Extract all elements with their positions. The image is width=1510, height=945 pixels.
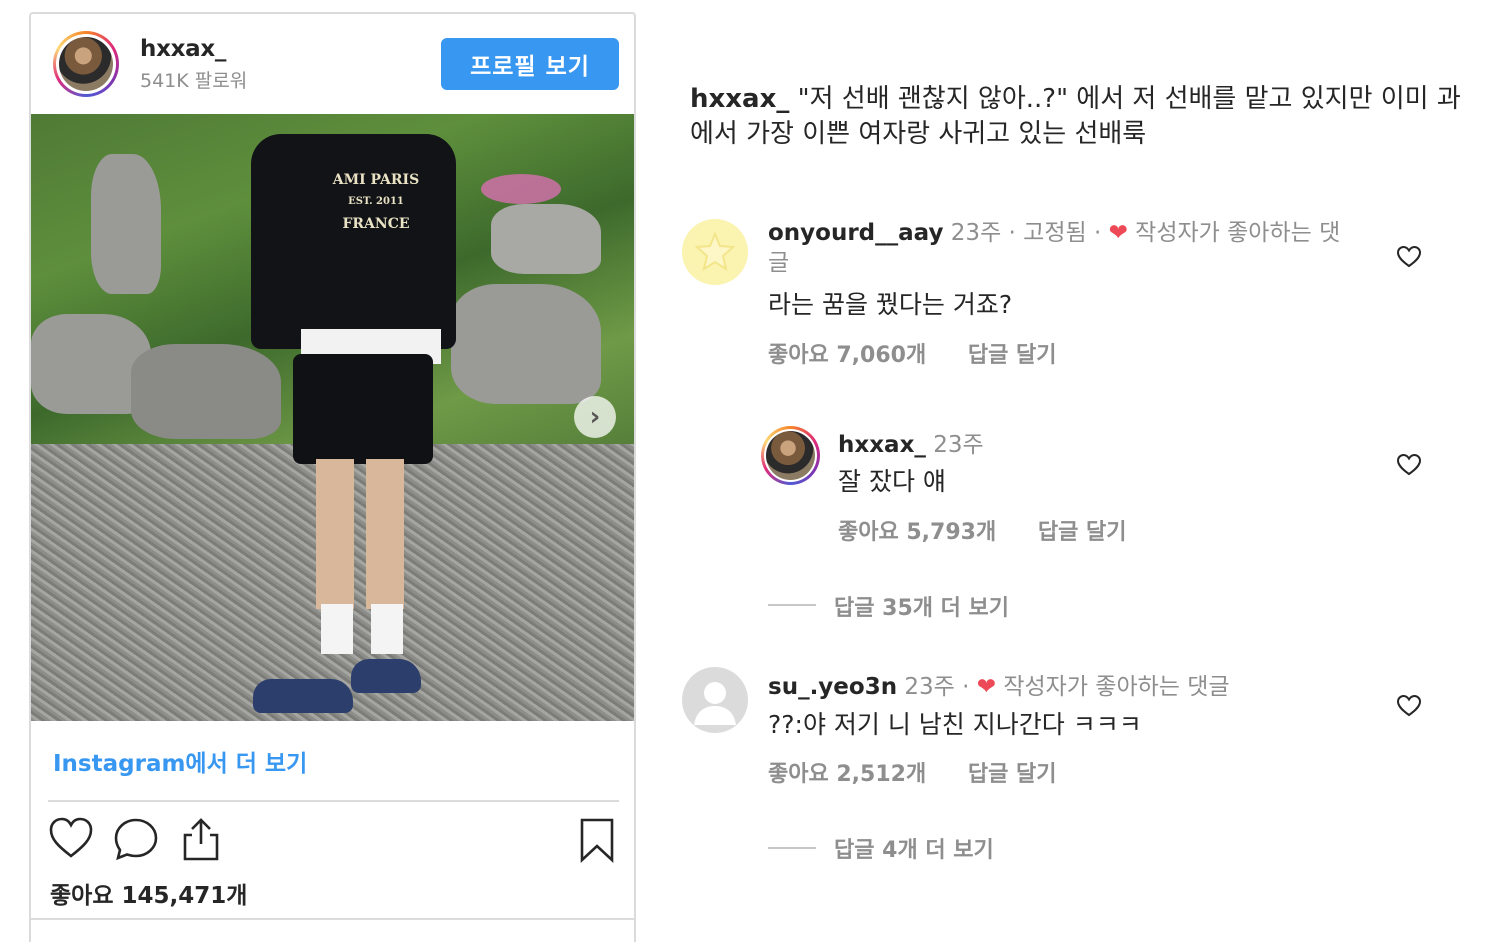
instagram-embed-card: hxxax_ 541K 팔로워 프로필 보기 AMI PARIS EST. 20… xyxy=(29,12,636,942)
caption-text: "저 선배 괜찮지 않아..?" 에서 저 선배를 맡고 있지만 이미 과에서 … xyxy=(690,84,1461,149)
comment-meta: 23주 · xyxy=(904,674,970,700)
share-icon[interactable] xyxy=(179,816,223,862)
default-avatar[interactable] xyxy=(682,667,748,733)
reply-username[interactable]: hxxax_ xyxy=(838,432,926,458)
follower-count: 541K 팔로워 xyxy=(140,70,248,92)
comment-meta: 23주 · 고정됨 · xyxy=(950,220,1102,246)
reply-reply-button[interactable]: 답글 달기 xyxy=(1038,520,1127,545)
reply-button[interactable]: 답글 달기 xyxy=(968,762,1057,787)
heart-icon[interactable] xyxy=(48,816,94,860)
divider xyxy=(48,800,619,802)
comment-username[interactable]: su_.yeo3n xyxy=(768,674,897,700)
reply-actions: 좋아요 5,793개 답글 달기 xyxy=(838,514,1161,546)
reply-header: hxxax_ 23주 xyxy=(838,425,984,459)
next-photo-button[interactable]: › xyxy=(574,396,616,438)
view-profile-button[interactable]: 프로필 보기 xyxy=(441,38,619,90)
comment-header: su_.yeo3n 23주 · ❤ 작성자가 좋아하는 댓글 xyxy=(768,667,1230,701)
view-more-on-instagram-link[interactable]: Instagram에서 더 보기 xyxy=(53,744,307,778)
view-more-replies-button[interactable]: 답글 4개 더 보기 xyxy=(834,832,994,864)
author-liked-heart-icon: ❤ xyxy=(976,674,997,700)
comment-icon[interactable] xyxy=(112,816,160,862)
reply-meta: 23주 xyxy=(933,432,984,458)
embed-username[interactable]: hxxax_ xyxy=(140,36,226,62)
comment-actions: 좋아요 2,512개 답글 달기 xyxy=(768,756,1091,788)
comment-like-count: 좋아요 7,060개 xyxy=(768,343,927,368)
comment-username[interactable]: onyourd__aay xyxy=(768,220,943,246)
comment-actions: 좋아요 7,060개 답글 달기 xyxy=(768,337,1091,369)
view-more-replies-button[interactable]: 답글 35개 더 보기 xyxy=(834,590,1009,622)
comment-like-count: 좋아요 2,512개 xyxy=(768,762,927,787)
profile-avatar[interactable] xyxy=(53,31,119,97)
comment-heart-icon[interactable] xyxy=(1396,245,1422,269)
sweatshirt-logo: AMI PARIS EST. 2011 FRANCE xyxy=(332,172,420,232)
comment-text: ??:야 저기 니 남친 지나간다 ㅋㅋㅋ xyxy=(768,710,1142,739)
comment-header: onyourd__aay 23주 · 고정됨 · ❤ 작성자가 좋아하는 댓글 xyxy=(768,218,1358,278)
post-photo[interactable]: AMI PARIS EST. 2011 FRANCE › xyxy=(31,114,634,721)
comment-text: 라는 꿈을 꿨다는 거죠? xyxy=(768,290,1013,319)
author-liked-heart-icon: ❤ xyxy=(1108,220,1128,246)
user-silhouette-icon xyxy=(694,682,736,725)
reply-text: 잘 잤다 얘 xyxy=(838,467,946,496)
embed-header: hxxax_ 541K 팔로워 프로필 보기 xyxy=(31,14,634,114)
commenter-avatar[interactable] xyxy=(682,219,748,285)
reply-avatar[interactable] xyxy=(761,426,820,485)
post-like-count: 좋아요 145,471개 xyxy=(50,883,248,909)
post-caption: hxxax_ "저 선배 괜찮지 않아..?" 에서 저 선배를 맡고 있지만 … xyxy=(690,82,1480,152)
reply-like-count: 좋아요 5,793개 xyxy=(838,520,997,545)
bookmark-icon[interactable] xyxy=(577,816,617,864)
comment-heart-icon[interactable] xyxy=(1396,694,1422,718)
star-icon xyxy=(694,231,736,272)
author-liked-label: 작성자가 좋아하는 댓글 xyxy=(1003,674,1230,700)
reply-heart-icon[interactable] xyxy=(1396,453,1422,477)
caption-username[interactable]: hxxax_ xyxy=(690,84,789,114)
reply-button[interactable]: 답글 달기 xyxy=(968,343,1057,368)
